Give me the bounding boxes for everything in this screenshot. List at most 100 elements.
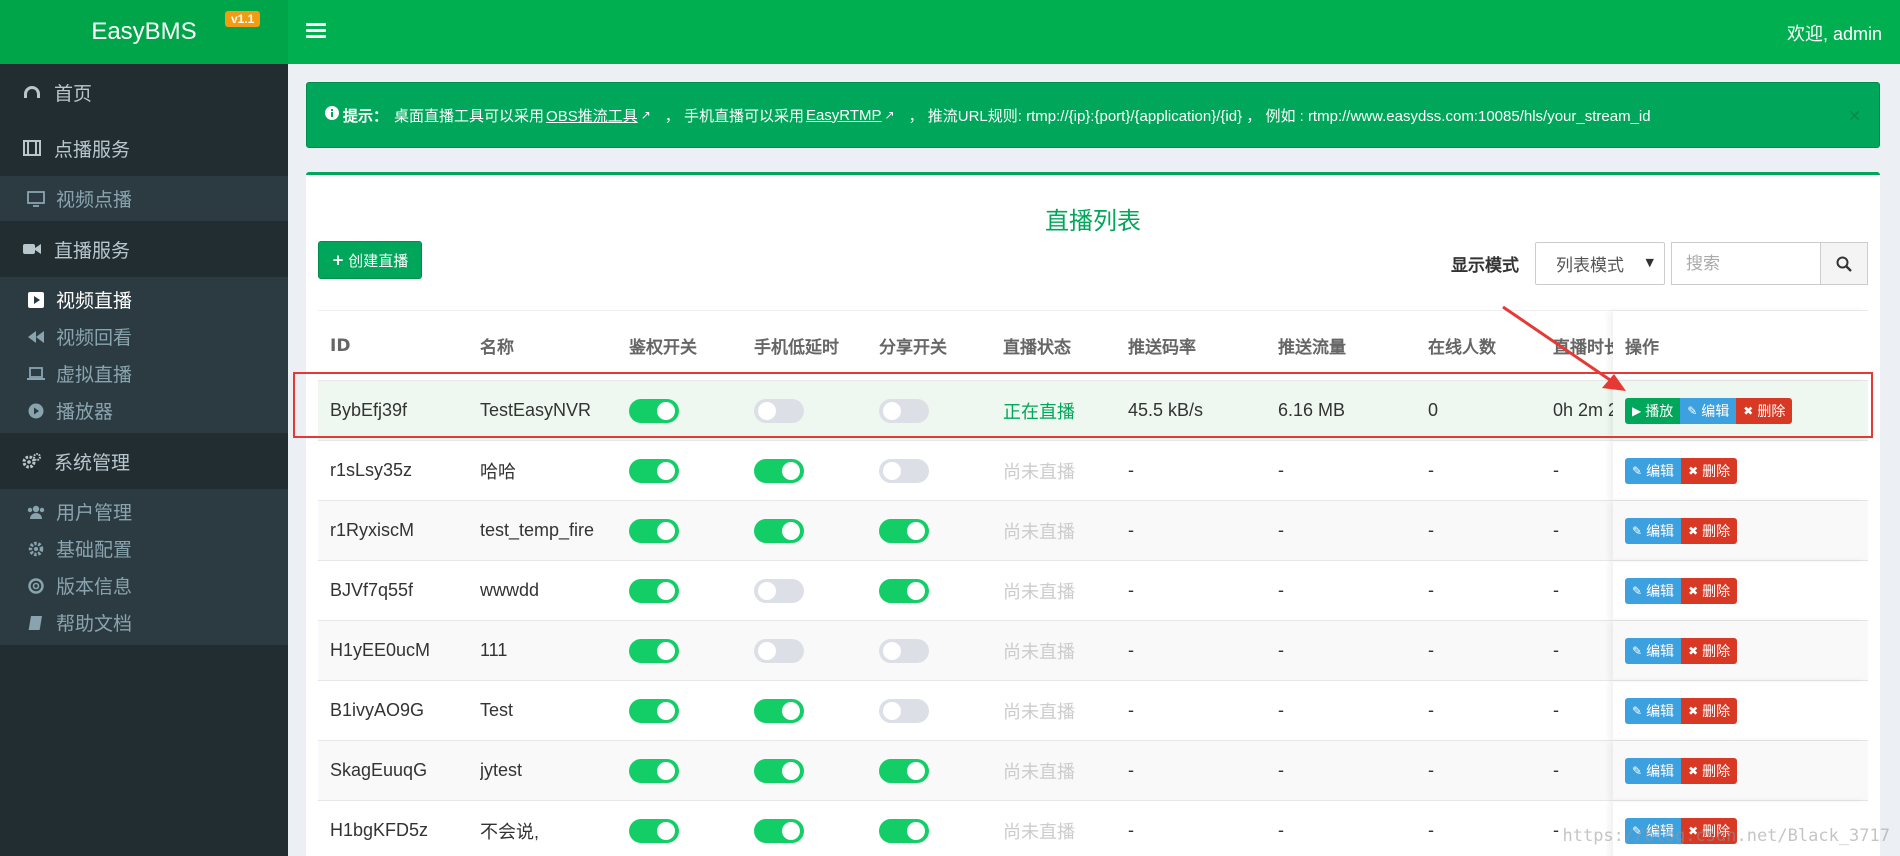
toggle-knob: [657, 821, 675, 840]
delete-button[interactable]: ✖ 删除: [1681, 457, 1738, 484]
low-latency-toggle[interactable]: [754, 578, 804, 603]
auth-toggle[interactable]: [629, 698, 679, 723]
column-header: 推送流量: [1278, 338, 1346, 358]
edit-button[interactable]: ✎ 编辑: [1625, 517, 1682, 544]
delete-button[interactable]: ✖ 删除: [1681, 577, 1738, 604]
edit-button[interactable]: ✎ 编辑: [1625, 757, 1682, 784]
app-logo[interactable]: EasyBMS v1.1: [0, 0, 288, 64]
search-input[interactable]: [1671, 242, 1821, 285]
low-latency-cell: [754, 741, 864, 800]
auth-toggle[interactable]: [629, 578, 679, 603]
share-toggle[interactable]: [879, 398, 929, 423]
push-traffic: -: [1278, 640, 1284, 660]
user-welcome[interactable]: 欢迎, admin: [1787, 20, 1882, 46]
delete-button-label: 删除: [1702, 523, 1731, 540]
play-button[interactable]: ▶ 播放: [1625, 397, 1681, 424]
edit-button[interactable]: ✎ 编辑: [1625, 697, 1682, 724]
low-latency-toggle[interactable]: [754, 398, 804, 423]
display-mode-select[interactable]: 列表模式 ▼: [1535, 242, 1665, 285]
auth-cell: [629, 381, 739, 440]
delete-button[interactable]: ✖ 删除: [1681, 757, 1738, 784]
delete-icon: ✖: [1688, 463, 1699, 478]
sidebar-section-live[interactable]: 直播服务: [0, 221, 288, 277]
share-toggle[interactable]: [879, 698, 929, 723]
sidebar-item-version[interactable]: 版本信息: [0, 567, 288, 604]
sidebar-item-live-video[interactable]: 视频直播: [0, 281, 288, 318]
delete-button[interactable]: ✖ 删除: [1681, 517, 1738, 544]
auth-toggle[interactable]: [629, 638, 679, 663]
share-toggle[interactable]: [879, 458, 929, 483]
sidebar-section-system[interactable]: 系统管理: [0, 433, 288, 489]
low-latency-toggle[interactable]: [754, 818, 804, 843]
share-toggle[interactable]: [879, 758, 929, 783]
edit-button-label: 编辑: [1701, 403, 1730, 420]
share-toggle[interactable]: [879, 638, 929, 663]
delete-button[interactable]: ✖ 删除: [1681, 697, 1738, 724]
low-latency-toggle[interactable]: [754, 518, 804, 543]
table-row: r1RyxiscM test_temp_fire 尚未直播 - - - - ✎ 编辑 ✖ 删除: [318, 500, 1868, 560]
auth-cell: [629, 621, 739, 680]
delete-button[interactable]: ✖ 删除: [1681, 637, 1738, 664]
edit-button-label: 编辑: [1646, 463, 1675, 480]
live-status: 尚未直播: [1003, 581, 1075, 602]
stream-id: B1ivyAO9G: [330, 700, 425, 720]
obs-tool-link[interactable]: OBS推流工具: [546, 105, 638, 126]
app-title: EasyBMS: [91, 18, 197, 45]
edit-button-label: 编辑: [1646, 583, 1675, 600]
toggle-knob: [883, 401, 901, 420]
sidebar-item-label: 版本信息: [56, 576, 133, 598]
sidebar-item-help[interactable]: 帮助文档: [0, 604, 288, 641]
low-latency-toggle[interactable]: [754, 638, 804, 663]
table-row: r1sLsy35z 哈哈 尚未直播 - - - - ✎ 编辑 ✖ 删除: [318, 440, 1868, 500]
search-button[interactable]: [1820, 242, 1868, 285]
toggle-knob: [907, 821, 925, 840]
stream-id: BybEfj39f: [330, 400, 408, 420]
share-toggle[interactable]: [879, 578, 929, 603]
sidebar-item-playback[interactable]: 视频回看: [0, 318, 288, 355]
auth-toggle[interactable]: [629, 758, 679, 783]
stream-name: 不会说,: [480, 821, 540, 842]
toggle-knob: [657, 761, 675, 780]
sidebar-item-player[interactable]: 播放器: [0, 392, 288, 429]
sidebar-item-users[interactable]: 用户管理: [0, 493, 288, 530]
create-live-button[interactable]: + 创建直播: [318, 241, 422, 279]
edit-icon: ✎: [1632, 463, 1643, 478]
toggle-knob: [782, 701, 800, 720]
close-icon[interactable]: ×: [1848, 103, 1861, 129]
live-status: 尚未直播: [1003, 821, 1075, 842]
toggle-knob: [657, 461, 675, 480]
edit-button[interactable]: ✎ 编辑: [1625, 637, 1682, 664]
sidebar-item-vod[interactable]: 视频点播: [0, 180, 288, 217]
low-latency-toggle[interactable]: [754, 458, 804, 483]
backward-icon: [26, 330, 46, 344]
sidebar-item-config[interactable]: 基础配置: [0, 530, 288, 567]
sidebar-section-vod[interactable]: 点播服务: [0, 120, 288, 176]
delete-icon: ✖: [1743, 403, 1754, 418]
low-latency-toggle[interactable]: [754, 758, 804, 783]
sidebar-item-virtual-live[interactable]: 虚拟直播: [0, 355, 288, 392]
share-cell: [879, 741, 989, 800]
low-latency-toggle[interactable]: [754, 698, 804, 723]
sidebar-item-label: 视频点播: [56, 189, 133, 211]
edit-button[interactable]: ✎ 编辑: [1625, 577, 1682, 604]
edit-button[interactable]: ✎ 编辑: [1625, 457, 1682, 484]
push-traffic: -: [1278, 520, 1284, 540]
sidebar-item-home[interactable]: 首页: [0, 64, 288, 120]
share-toggle[interactable]: [879, 818, 929, 843]
sidebar-toggle-icon[interactable]: [306, 20, 326, 44]
edit-button[interactable]: ✎ 编辑: [1680, 397, 1737, 424]
alert-text: ， 手机直播可以采用: [664, 107, 804, 125]
stream-id: BJVf7q55f: [330, 580, 414, 600]
auth-toggle[interactable]: [629, 818, 679, 843]
dashboard-icon: [22, 84, 42, 100]
easyrtmp-link[interactable]: EasyRTMP: [806, 107, 882, 124]
share-cell: [879, 801, 989, 856]
auth-cell: [629, 561, 739, 620]
auth-toggle[interactable]: [629, 518, 679, 543]
info-alert: 提示： 桌面直播工具可以采用 OBS推流工具 ↗ ， 手机直播可以采用 Easy…: [306, 82, 1880, 148]
auth-toggle[interactable]: [629, 458, 679, 483]
delete-button[interactable]: ✖ 删除: [1736, 397, 1793, 424]
live-status: 尚未直播: [1003, 521, 1075, 542]
share-toggle[interactable]: [879, 518, 929, 543]
auth-toggle[interactable]: [629, 398, 679, 423]
